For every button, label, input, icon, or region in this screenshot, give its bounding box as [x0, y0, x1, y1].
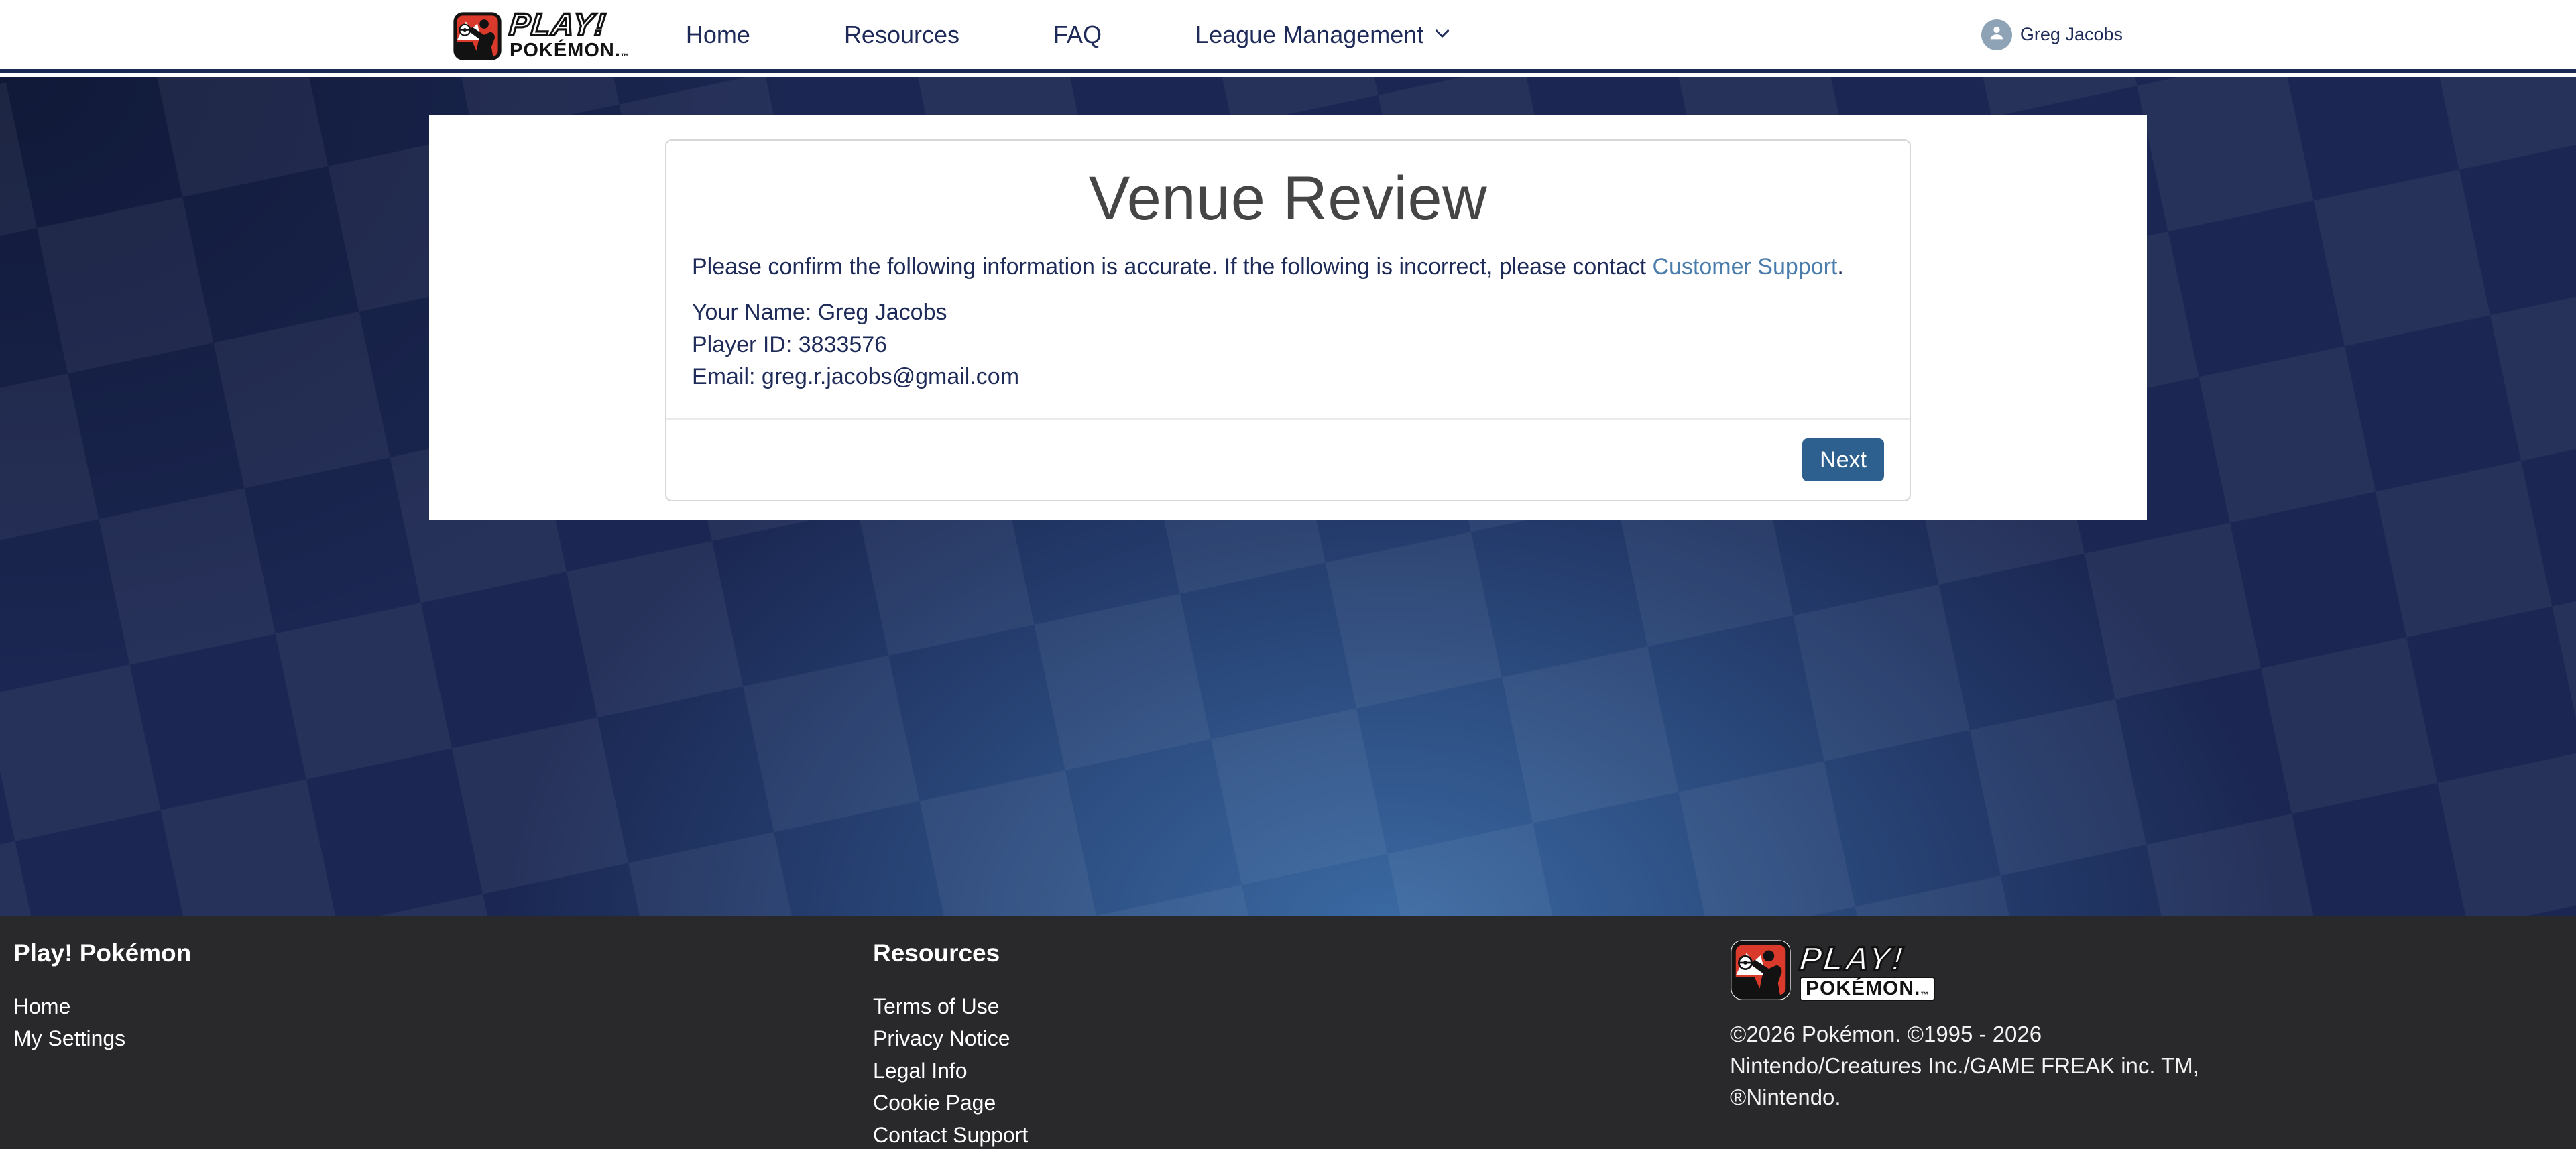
content-panel: Venue Review Please confirm the followin…: [429, 115, 2147, 520]
footer-link-privacy-notice[interactable]: Privacy Notice: [873, 1022, 1010, 1054]
venue-review-card-body: Venue Review Please confirm the followin…: [666, 141, 1910, 393]
footer-column-resources: Resources Terms of Use Privacy Notice Le…: [873, 939, 1730, 1149]
next-button[interactable]: Next: [1802, 438, 1884, 481]
player-name-line: Your Name: Greg Jacobs: [692, 296, 1884, 328]
logo-pokemon-text: POKÉMON.™: [510, 41, 630, 60]
footer-column-legal: PLAY! POKÉMON.™ ©2026 Pokémon. ©1995 - 2…: [1730, 939, 2563, 1149]
nav-item-resources[interactable]: Resources: [844, 21, 959, 49]
nav-item-faq[interactable]: FAQ: [1053, 21, 1102, 49]
confirmation-text-prefix: Please confirm the following information…: [692, 254, 1652, 280]
nav-item-resources-label: Resources: [844, 21, 959, 49]
copyright-line-3: ®Nintendo.: [1730, 1081, 2213, 1113]
footer-link-legal-info[interactable]: Legal Info: [873, 1054, 968, 1087]
footer-link-home[interactable]: Home: [13, 990, 70, 1022]
confirmation-text: Please confirm the following information…: [692, 254, 1884, 280]
player-id-line: Player ID: 3833576: [692, 328, 1884, 361]
nav-item-faq-label: FAQ: [1053, 21, 1102, 49]
player-info-block: Your Name: Greg Jacobs Player ID: 383357…: [692, 296, 1884, 393]
play-pokemon-badge-icon: [1730, 939, 1792, 1001]
copyright-line-2: Nintendo/Creatures Inc./GAME FREAK inc. …: [1730, 1050, 2213, 1081]
page-background: Venue Review Please confirm the followin…: [0, 77, 2576, 916]
person-icon: [1987, 23, 2007, 46]
footer-logo-wordmark: PLAY! POKÉMON.™: [1800, 942, 1935, 1001]
main-nav: Home Resources FAQ League Management: [686, 21, 1452, 49]
navbar-inner: PLAY! POKÉMON.™ Home Resources FAQ Leagu…: [429, 9, 2147, 60]
footer-link-cookie-page[interactable]: Cookie Page: [873, 1087, 996, 1119]
play-pokemon-logo[interactable]: PLAY! POKÉMON.™: [453, 9, 630, 60]
venue-review-card: Venue Review Please confirm the followin…: [665, 139, 1911, 501]
footer-logo-play-text: PLAY!: [1798, 942, 1906, 975]
footer-logo-tm-mark: ™: [1920, 990, 1929, 1000]
logo-wordmark: PLAY! POKÉMON.™: [510, 9, 630, 60]
nav-item-home-label: Home: [686, 21, 750, 49]
copyright-line-1: ©2026 Pokémon. ©1995 - 2026: [1730, 1018, 2213, 1050]
top-navbar: PLAY! POKÉMON.™ Home Resources FAQ Leagu…: [0, 0, 2576, 73]
nav-item-league-management[interactable]: League Management: [1195, 21, 1452, 49]
logo-play-text: PLAY!: [508, 9, 608, 40]
nav-item-home[interactable]: Home: [686, 21, 750, 49]
confirmation-text-suffix: .: [1837, 254, 1843, 280]
avatar: [1981, 19, 2012, 50]
page-title: Venue Review: [692, 164, 1884, 234]
footer-link-terms-of-use[interactable]: Terms of Use: [873, 990, 999, 1022]
user-name: Greg Jacobs: [2020, 24, 2123, 45]
nav-item-league-management-label: League Management: [1195, 21, 1423, 49]
customer-support-link[interactable]: Customer Support: [1652, 254, 1837, 280]
player-email-line: Email: greg.r.jacobs@gmail.com: [692, 361, 1884, 393]
footer-heading-play-pokemon: Play! Pokémon: [13, 939, 873, 967]
footer-logo-pokemon-text: POKÉMON.™: [1800, 977, 1935, 1001]
footer-play-pokemon-logo: PLAY! POKÉMON.™: [1730, 939, 2536, 1001]
chevron-down-icon: [1433, 21, 1452, 49]
user-menu[interactable]: Greg Jacobs: [1981, 19, 2123, 50]
footer-link-my-settings[interactable]: My Settings: [13, 1022, 125, 1054]
card-footer: Next: [666, 418, 1910, 500]
play-pokemon-badge-icon: [453, 12, 502, 60]
footer-link-contact-support[interactable]: Contact Support: [873, 1119, 1028, 1149]
copyright-text: ©2026 Pokémon. ©1995 - 2026 Nintendo/Cre…: [1730, 1018, 2213, 1113]
footer-heading-resources: Resources: [873, 939, 1730, 967]
footer-column-play-pokemon: Play! Pokémon Home My Settings: [13, 939, 873, 1149]
page-footer: Play! Pokémon Home My Settings Resources…: [0, 916, 2576, 1149]
logo-tm-mark: ™: [621, 52, 630, 61]
